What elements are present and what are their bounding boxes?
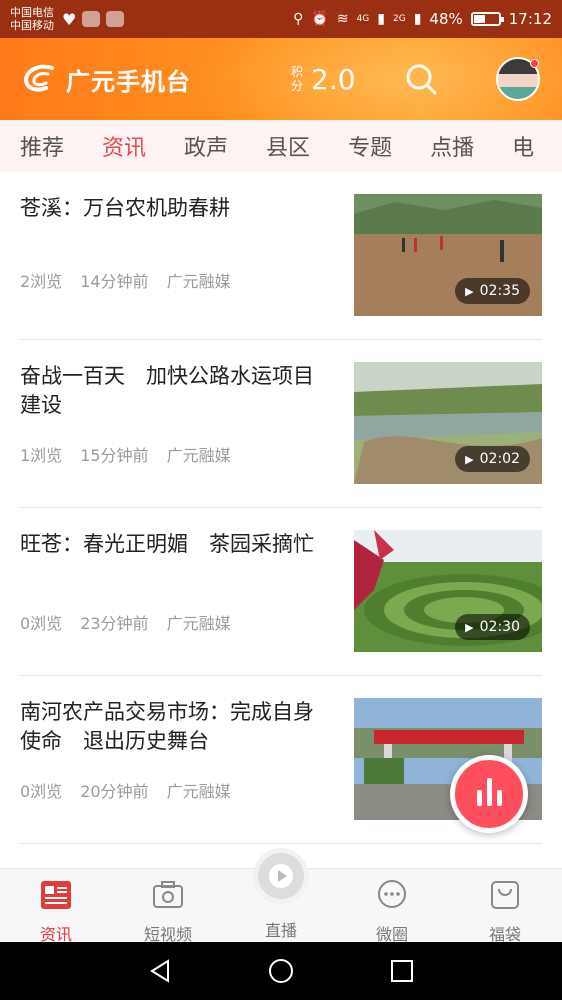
tab-politics[interactable]: 政声 [184,130,228,162]
news-thumbnail[interactable]: ▶ 02:02 [354,362,542,484]
news-source: 广元融媒 [166,272,231,291]
news-time: 20分钟前 [80,782,149,801]
points-label: 积分 [291,65,304,93]
news-item[interactable]: 旺苍：春光正明媚 茶园采摘忙 0浏览 23分钟前 广元融媒 ▶ 02:30 [20,530,542,676]
app-notification-icon [82,11,101,27]
app-name: 广元手机台 [66,67,191,96]
news-views: 2浏览 [20,272,63,291]
news-time: 23分钟前 [80,614,149,633]
play-icon: ▶ [465,452,474,466]
play-icon [269,864,293,888]
signal-icon: ▮ [377,11,385,27]
tab-tv[interactable]: 电 [512,130,534,162]
avatar[interactable] [496,57,540,101]
nav-lucky-bag[interactable]: 福袋 [465,879,545,945]
video-duration: ▶ 02:30 [455,614,530,640]
alarm-icon: ⏰ [311,11,329,27]
nav-news[interactable]: 资讯 [16,879,96,945]
video-duration: ▶ 02:35 [455,278,530,304]
battery-icon [470,12,504,26]
news-meta: 2浏览 14分钟前 广元融媒 [20,268,231,292]
news-title: 苍溪：万台农机助春耕 [20,196,230,220]
duration-text: 02:02 [479,451,520,467]
system-nav-bar [0,942,562,1000]
notification-icons: ♥ [62,9,125,29]
nav-short-video[interactable]: 短视频 [128,879,208,945]
app-header: 广元手机台 积分 2.0 [0,38,562,120]
recents-icon[interactable] [388,957,416,985]
points-value: 2.0 [311,62,356,96]
signal-2-label: 2G [393,14,406,24]
news-source: 广元融媒 [166,446,231,465]
app-logo[interactable]: 广元手机台 [22,62,191,97]
audio-button[interactable] [450,755,528,833]
logo-icon [23,64,54,92]
points-display[interactable]: 积分 2.0 [291,63,356,96]
location-icon: ⚲ [293,11,304,27]
camera-icon [153,881,183,908]
news-views: 0浏览 [20,782,63,801]
bag-icon [491,881,519,909]
news-meta: 1浏览 15分钟前 广元融媒 [20,442,231,466]
news-icon [41,881,71,909]
news-thumbnail[interactable]: ▶ 02:35 [354,194,542,316]
wifi-icon: ≋ [336,11,349,27]
app-notification-icon [106,11,125,27]
news-item[interactable]: 苍溪：万台农机助春耕 2浏览 14分钟前 广元融媒 ▶ 02:35 [20,194,542,340]
tab-topics[interactable]: 专题 [348,130,392,162]
tab-news[interactable]: 资讯 [102,130,146,162]
chat-icon [378,880,406,908]
news-views: 1浏览 [20,446,63,465]
news-time: 14分钟前 [80,272,149,291]
carrier-info: 中国电信 中国移动 [10,6,54,32]
carrier-2: 中国移动 [10,19,54,32]
carrier-1: 中国电信 [10,6,54,19]
news-views: 0浏览 [20,614,63,633]
duration-text: 02:30 [479,619,520,635]
tab-counties[interactable]: 县区 [266,130,310,162]
audio-bar [486,778,492,806]
news-meta: 0浏览 20分钟前 广元融媒 [20,778,231,802]
news-item[interactable]: 奋战一百天 加快公路水运项目建设 1浏览 15分钟前 广元融媒 ▶ 02:02 [20,362,542,508]
clock: 17:12 [508,10,552,28]
tab-vod[interactable]: 点播 [430,130,474,162]
news-time: 15分钟前 [80,446,149,465]
status-bar: 中国电信 中国移动 ♥ ⚲ ⏰ ≋ 4G ▮ 2G ▮ 48% 17:12 [0,0,562,38]
news-source: 广元融媒 [166,782,231,801]
back-icon[interactable] [146,957,174,985]
signal-1-label: 4G [356,14,370,24]
news-meta: 0浏览 23分钟前 广元融媒 [20,610,231,634]
search-icon[interactable] [404,62,438,96]
heart-icon: ♥ [62,9,77,29]
nav-label: 直播 [264,921,297,940]
play-icon: ▶ [465,284,474,298]
home-icon[interactable] [267,957,295,985]
news-source: 广元融媒 [166,614,231,633]
news-title: 奋战一百天 加快公路水运项目建设 [20,364,314,417]
news-title: 南河农产品交易市场：完成自身使命 退出历史舞台 [20,700,314,753]
tab-recommend[interactable]: 推荐 [20,130,64,162]
status-right: ⚲ ⏰ ≋ 4G ▮ 2G ▮ 48% 17:12 [293,10,552,28]
nav-moments[interactable]: 微圈 [352,879,432,945]
news-title: 旺苍：春光正明媚 茶园采摘忙 [20,532,314,556]
signal-icon: ▮ [413,11,422,27]
notification-dot [530,59,539,68]
duration-text: 02:35 [479,283,520,299]
video-duration: ▶ 02:02 [455,446,530,472]
battery-fill [473,15,486,23]
audio-bar [496,790,502,806]
news-thumbnail[interactable]: ▶ 02:30 [354,530,542,652]
category-tabs: 推荐 资讯 政声 县区 专题 点播 电 [0,120,562,172]
live-button[interactable] [253,848,309,904]
battery-percent: 48% [429,10,463,28]
audio-bar [476,790,482,806]
play-icon: ▶ [465,620,474,634]
